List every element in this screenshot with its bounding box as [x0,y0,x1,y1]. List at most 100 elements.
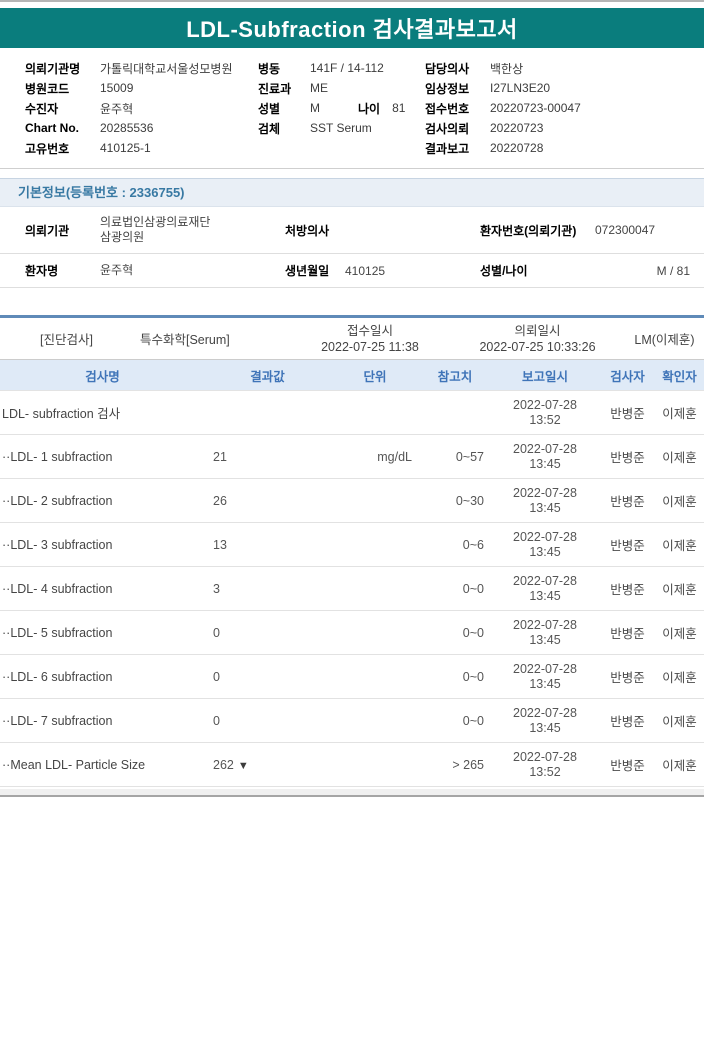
unit: mg/dL [330,434,420,479]
reference-range: 0~57 [420,434,490,479]
basic-info-section-header: 기본정보(등록번호 : 2336755) [0,178,704,207]
receipt-datetime-label: 접수일시 [346,323,393,338]
report-datetime: 2022-07-28 13:45 [490,698,600,743]
report-datetime: 2022-07-28 13:45 [490,434,600,479]
exam-category: [진단검사] [40,333,93,347]
column-header-result: 결과값 [205,360,330,391]
tester: 반병준 [600,610,655,655]
table-row: ··LDL- 5 subfraction 0 0~0 2022-07-28 13:… [0,610,704,655]
field-value: 20285536 [100,121,154,135]
field-value: 백한상 [490,61,524,76]
field-result-report-date: 결과보고 20220728 [425,138,704,158]
verifier: 이제훈 [655,566,704,611]
verifier: 이제훈 [655,522,704,567]
result-value: 26 [205,478,330,523]
field-attending-doctor: 담당의사 백한상 [425,58,704,78]
patient-no-label: 환자번호(의뢰기관) [480,223,577,238]
field-department: 진료과 ME [258,78,425,98]
field-label: 접수번호 [425,101,470,116]
exam-test-group: 특수화학[Serum] [140,333,230,347]
basic-info-row-2: 환자명 윤주혁 생년월일 410125 성별/나이 M / 81 [0,254,704,288]
field-label: 담당의사 [425,61,470,76]
report-datetime: 2022-07-28 13:45 [490,522,600,567]
test-name: ··LDL- 3 subfraction [0,522,205,567]
verifier: 이제훈 [655,434,704,479]
verifier: 이제훈 [655,698,704,743]
field-label: 병동 [258,61,281,76]
field-value: 가톨릭대학교서울성모병원 [100,61,233,76]
result-value: 262 ▼ [205,742,330,787]
field-label: 임상정보 [425,81,470,96]
column-header-report-datetime: 보고일시 [490,360,600,391]
field-test-request-date: 검사의뢰 20220723 [425,118,704,138]
unit [330,610,420,655]
table-row: ··LDL- 4 subfraction 3 0~0 2022-07-28 13:… [0,566,704,611]
result-value: 0 [205,610,330,655]
column-header-verifier: 확인자 [655,360,704,391]
field-value: SST Serum [310,121,372,135]
tester: 반병준 [600,742,655,787]
field-ward: 병동 141F / 14-112 [258,58,425,78]
test-name: ··LDL- 2 subfraction [0,478,205,523]
request-org-label: 의뢰기관 [25,223,70,238]
column-header-test-name: 검사명 [0,360,205,391]
report-datetime: 2022-07-28 13:52 [490,390,600,435]
test-name: ··LDL- 7 subfraction [0,698,205,743]
field-label: 성별 [258,101,281,116]
report-title: LDL-Subfraction 검사결과보고서 [186,17,518,42]
bottom-divider [0,789,704,797]
column-header-reference: 참고치 [420,360,490,391]
results-header-row: 검사명 결과값 단위 참고치 보고일시 검사자 확인자 [0,360,704,391]
patient-header-left-column: 의뢰기관명 가톨릭대학교서울성모병원 병원코드 15009 수진자 윤주혁 Ch… [25,58,258,158]
verifier: 이제훈 [655,478,704,523]
report-datetime: 2022-07-28 13:45 [490,610,600,655]
table-row: ··LDL- 7 subfraction 0 0~0 2022-07-28 13:… [0,698,704,743]
birth-date-label: 생년월일 [285,264,330,278]
sex-age-value: M / 81 [656,263,690,278]
receipt-datetime: 접수일시 2022-07-25 11:38 [290,323,450,355]
field-request-org-name: 의뢰기관명 가톨릭대학교서울성모병원 [25,58,258,78]
column-header-tester: 검사자 [600,360,655,391]
exam-section-row: [진단검사] 특수화학[Serum] 접수일시 2022-07-25 11:38… [0,318,704,360]
verifier: 이제훈 [655,610,704,655]
test-name: LDL- subfraction 검사 [0,390,205,435]
table-row: ··LDL- 6 subfraction 0 0~0 2022-07-28 13:… [0,654,704,699]
test-name: ··LDL- 1 subfraction [0,434,205,479]
receipt-datetime-value: 2022-07-25 11:38 [321,339,419,354]
test-name: ··Mean LDL- Particle Size [0,742,205,787]
result-value: 0 [205,698,330,743]
tester: 반병준 [600,390,655,435]
report-datetime: 2022-07-28 13:45 [490,478,600,523]
reference-range: 0~0 [420,566,490,611]
request-org-value: 의료법인삼광의료재단 삼광의원 [100,215,285,245]
field-label: 검사의뢰 [425,121,470,136]
table-row: ··LDL- 2 subfraction 26 0~30 2022-07-28 1… [0,478,704,523]
field-value: M [310,101,320,115]
reference-range: 0~0 [420,698,490,743]
field-unique-no: 고유번호 410125-1 [25,138,258,158]
tester: 반병준 [600,654,655,699]
unit [330,390,420,435]
report-datetime: 2022-07-28 13:45 [490,654,600,699]
reference-range: 0~0 [420,654,490,699]
verifier: 이제훈 [655,742,704,787]
tester: 반병준 [600,478,655,523]
field-value: I27LN3E20 [490,81,551,95]
unit [330,522,420,567]
field-examinee: 수진자 윤주혁 [25,98,258,118]
field-value: 410125-1 [100,141,151,155]
request-datetime-label: 의뢰일시 [514,323,561,338]
report-title-bar: LDL-Subfraction 검사결과보고서 [0,8,704,48]
field-value: 20220723 [490,121,544,135]
physician-label: 처방의사 [285,223,330,238]
field-label: 수진자 [25,101,59,116]
table-row: ··Mean LDL- Particle Size 262 ▼ > 265 202… [0,742,704,787]
field-value: ME [310,81,328,95]
field-label: 검체 [258,121,281,136]
low-flag-icon: ▼ [237,759,249,772]
tester: 반병준 [600,698,655,743]
birth-date-value: 410125 [345,263,386,278]
field-value: 141F / 14-112 [310,61,384,75]
field-chart-no: Chart No. 20285536 [25,118,258,138]
field-value: 20220723-00047 [490,101,581,115]
